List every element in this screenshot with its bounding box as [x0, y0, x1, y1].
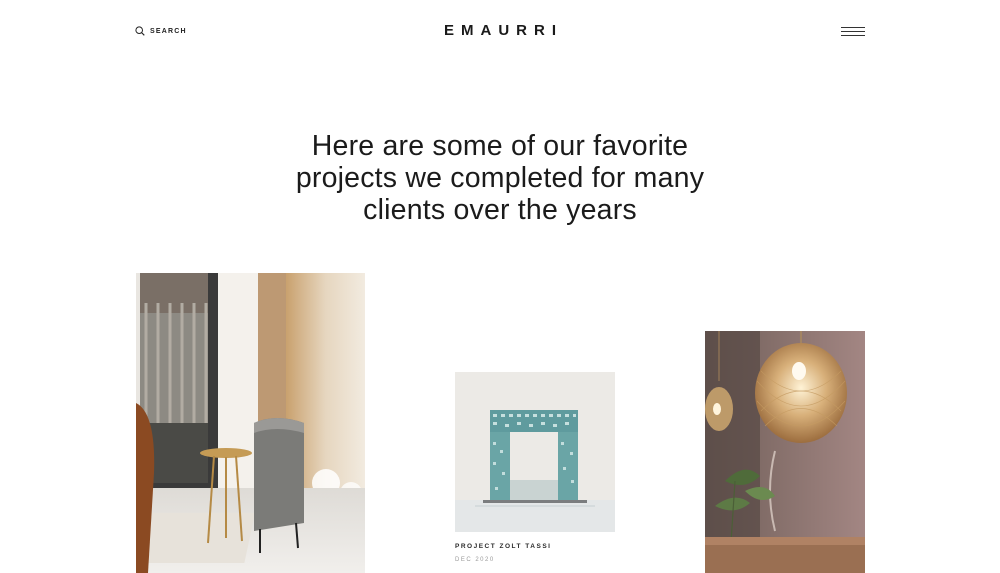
pendant-lamp-photo [705, 331, 865, 573]
project-card-image-interior[interactable] [136, 273, 365, 573]
interior-chair-window-photo [136, 273, 365, 573]
modern-building-photo [455, 372, 615, 532]
page: SEARCH EMAURRI Here are some of our favo… [0, 0, 1000, 573]
project-card-image-lamp[interactable] [705, 331, 865, 573]
page-headline: Here are some of our favorite projects w… [250, 130, 750, 226]
headline-line: Here are some of our favorite [311, 130, 689, 162]
project-date: DEC 2020 [455, 557, 495, 563]
headline-line: clients over the years [363, 194, 637, 226]
headline-line: projects we completed for many [295, 162, 705, 194]
project-card-image-building[interactable] [455, 372, 615, 532]
hamburger-menu-icon[interactable] [841, 26, 865, 38]
project-title[interactable]: PROJECT ZOLT TASSI [455, 543, 551, 550]
